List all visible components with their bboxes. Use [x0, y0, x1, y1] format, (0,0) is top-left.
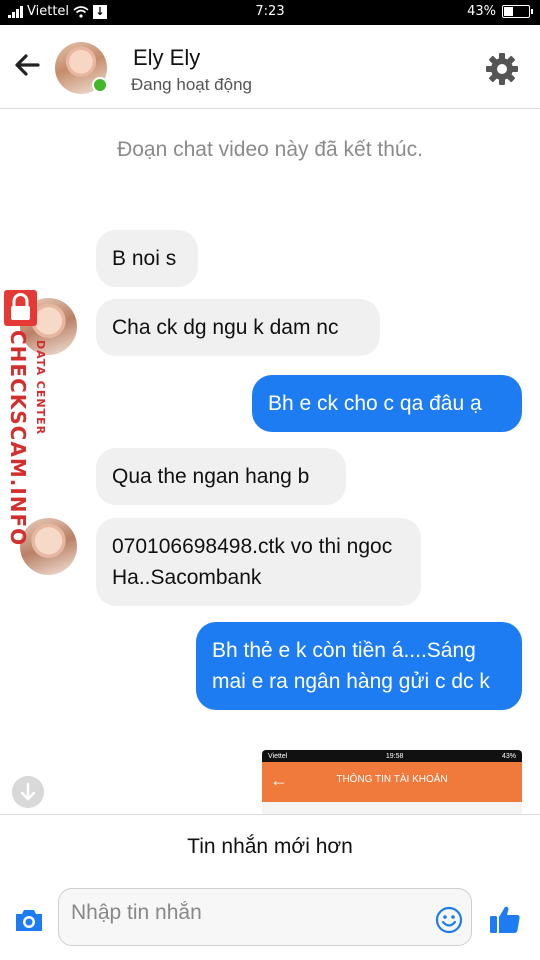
thumb-time: 19:58: [385, 752, 404, 760]
thumb-toolbar: ← THÔNG TIN TÀI KHOẢN: [262, 762, 522, 802]
online-indicator: [92, 77, 108, 93]
presence-status: Đang hoạt động: [131, 75, 252, 94]
camera-icon[interactable]: [14, 907, 44, 933]
watermark-subtext: DATA CENTER: [34, 340, 47, 436]
contact-name[interactable]: Ely Ely: [133, 45, 200, 71]
message-input[interactable]: [69, 897, 433, 929]
battery-icon: [502, 5, 533, 18]
message-outgoing[interactable]: Bh thẻ e k còn tiền á....Sáng mai e ra n…: [196, 622, 522, 710]
message-incoming[interactable]: B noi s: [96, 230, 198, 287]
status-time: 7:23: [255, 4, 285, 19]
image-attachment[interactable]: Viettel 19:58 43% ← THÔNG TIN TÀI KHOẢN: [262, 750, 522, 814]
back-arrow-icon[interactable]: [12, 50, 42, 80]
message-incoming[interactable]: Cha ck dg ngu k dam nc: [96, 299, 380, 356]
watermark: CHECKSCAM.INFO DATA CENTER: [4, 290, 52, 550]
status-right: 43%: [467, 4, 533, 19]
emoji-icon[interactable]: [435, 906, 463, 934]
like-icon[interactable]: [489, 904, 521, 934]
message-incoming[interactable]: Qua the ngan hang b: [96, 448, 346, 505]
battery-percent: 43%: [467, 4, 496, 19]
newer-messages-label: Tin nhắn mới hơn: [187, 835, 353, 858]
thumb-title: THÔNG TIN TÀI KHOẢN: [336, 774, 448, 785]
lock-icon: [4, 290, 37, 326]
battery-fill: [504, 7, 513, 16]
message-outgoing[interactable]: Bh e ck cho c qa đâu ạ: [252, 375, 522, 432]
gear-icon[interactable]: [484, 51, 520, 87]
message-incoming[interactable]: 070106698498.ctk vo thi ngoc Ha..Sacomba…: [96, 518, 421, 606]
thumb-status-bar: Viettel 19:58 43%: [262, 750, 522, 762]
system-message: Đoạn chat video này đã kết thúc.: [117, 138, 423, 161]
status-bar: Viettel ↓ 7:23 43%: [0, 0, 540, 25]
watermark-text: CHECKSCAM.INFO: [6, 330, 30, 547]
chat-header: Ely Ely Đang hoạt động: [0, 25, 540, 109]
thumb-battery: 43%: [501, 752, 516, 760]
newer-messages-bar[interactable]: Tin nhắn mới hơn: [0, 814, 540, 880]
message-input-box[interactable]: [58, 888, 472, 946]
scroll-down-icon[interactable]: [12, 776, 44, 808]
thumb-carrier: Viettel: [268, 752, 288, 760]
